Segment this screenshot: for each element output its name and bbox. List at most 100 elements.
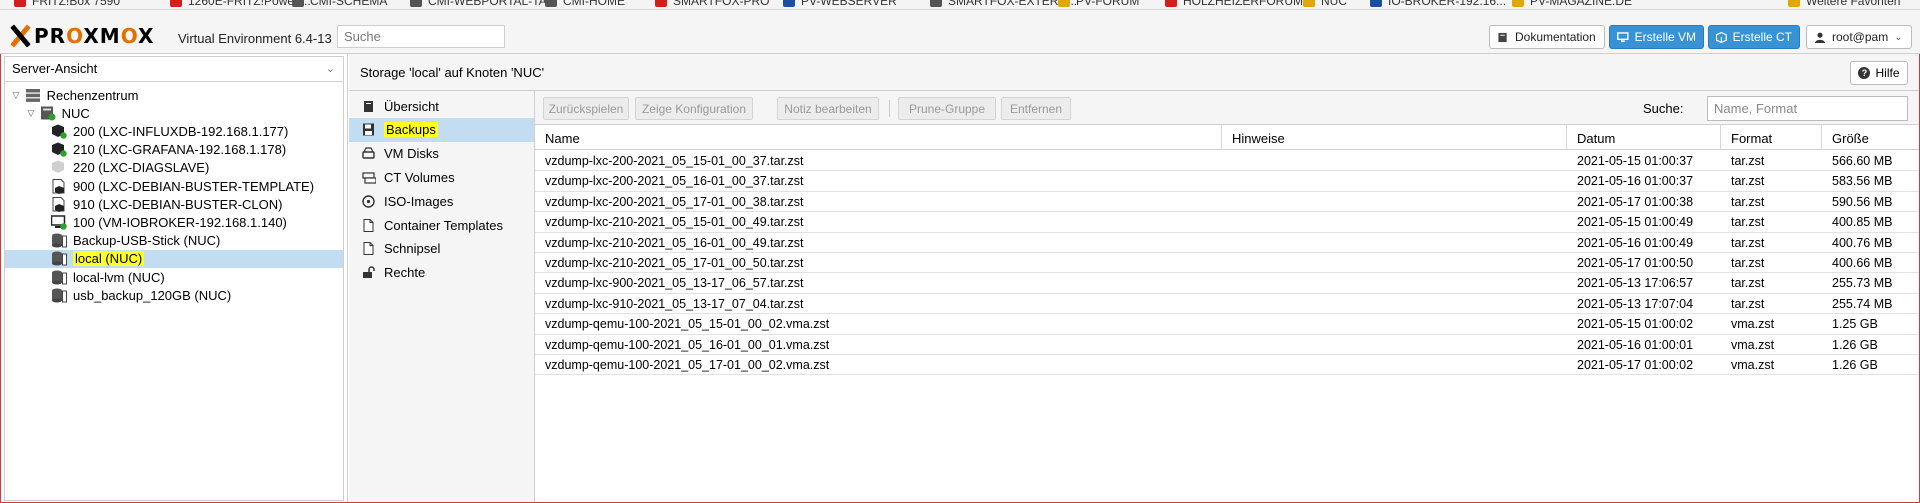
bookmark-item[interactable]: SMARTFOX-EXTERN... xyxy=(930,0,1077,8)
nav-item-schnipsel[interactable]: Schnipsel xyxy=(349,237,534,261)
show-configuration-button[interactable]: Zeige Konfiguration xyxy=(635,97,753,120)
column-header-format[interactable]: Format xyxy=(1721,125,1822,150)
bookmark-label: IO-BROKER-192.16... xyxy=(1388,0,1507,8)
resource-tree-panel: Server-Ansicht ⌄ ▽ Rechenzentrum ▽ NUC 200… xyxy=(0,54,348,503)
bookmark-label: CMI-SCHEMA xyxy=(310,0,388,8)
cell-date: 2021-05-16 01:00:49 xyxy=(1577,235,1694,250)
table-row[interactable]: vzdump-lxc-200-2021_05_17-01_00_38.tar.z… xyxy=(535,192,1920,213)
cell-size: 400.85 MB xyxy=(1832,215,1893,230)
table-row[interactable]: vzdump-qemu-100-2021_05_16-01_00_01.vma.… xyxy=(535,335,1920,355)
bookmark-item[interactable]: CMI-SCHEMA xyxy=(292,0,387,8)
monitor-icon xyxy=(1617,31,1629,42)
user-menu-button[interactable]: root@pam ⌄ xyxy=(1806,25,1912,49)
table-row[interactable]: vzdump-lxc-900-2021_05_13-17_06_57.tar.z… xyxy=(535,273,1920,294)
cell-date: 2021-05-13 17:06:57 xyxy=(1577,276,1694,291)
cell-format: tar.zst xyxy=(1731,194,1765,209)
proxmox-x-icon xyxy=(8,25,32,47)
nav-item-rechte[interactable]: Rechte xyxy=(349,261,534,285)
table-row[interactable]: vzdump-lxc-210-2021_05_15-01_00_49.tar.z… xyxy=(535,212,1920,233)
expand-toggle-icon[interactable]: ▽ xyxy=(11,90,21,101)
cell-name: vzdump-lxc-200-2021_05_17-01_00_38.tar.z… xyxy=(545,194,804,209)
column-header-size[interactable]: Größe xyxy=(1822,125,1920,150)
help-button[interactable]: ? Hilfe xyxy=(1850,61,1908,85)
cell-notes xyxy=(1222,253,1567,273)
nav-item-label: VM Disks xyxy=(384,146,439,162)
nav-item--bersicht[interactable]: Übersicht xyxy=(349,94,534,118)
bookmark-item[interactable]: 1260E-FRITZ!Powerl... xyxy=(170,0,311,8)
bookmark-item[interactable]: CMI-WEBPORTAL-TA xyxy=(410,0,547,8)
page-title: Storage 'local' auf Knoten 'NUC' xyxy=(360,65,545,80)
tree-item[interactable]: local-lvm (NUC) xyxy=(5,268,343,286)
bookmark-item[interactable]: IO-BROKER-192.16... xyxy=(1370,0,1506,8)
global-search-input[interactable]: Suche xyxy=(337,25,505,48)
bookmark-icon xyxy=(930,0,942,7)
bookmark-item[interactable]: NUC xyxy=(1303,0,1347,8)
table-row[interactable]: vzdump-lxc-210-2021_05_17-01_00_50.tar.z… xyxy=(535,253,1920,274)
column-header-notes[interactable]: Hinweise xyxy=(1222,125,1567,150)
bookmark-item[interactable]: Weitere Favoriten xyxy=(1788,0,1900,8)
table-row[interactable]: vzdump-lxc-910-2021_05_13-17_07_04.tar.z… xyxy=(535,294,1920,315)
tree-item[interactable]: 200 (LXC-INFLUXDB-192.168.1.177) xyxy=(5,122,343,140)
table-row[interactable]: vzdump-lxc-200-2021_05_15-01_00_37.tar.z… xyxy=(535,151,1920,172)
cell-format: tar.zst xyxy=(1731,154,1765,168)
nav-item-vm-disks[interactable]: VM Disks xyxy=(349,142,534,166)
cell-date: 2021-05-16 01:00:37 xyxy=(1577,174,1694,189)
remove-button[interactable]: Entfernen xyxy=(1001,97,1071,120)
nav-item-ct-volumes[interactable]: CT Volumes xyxy=(349,165,534,189)
edit-notes-button[interactable]: Notiz bearbeiten xyxy=(777,97,879,120)
column-header-date[interactable]: Datum xyxy=(1567,125,1721,150)
chevron-down-icon: ⌄ xyxy=(325,63,335,75)
tree-item[interactable]: local (NUC) xyxy=(5,249,343,268)
column-header-name[interactable]: Name xyxy=(535,125,1222,150)
cell-notes xyxy=(1222,355,1567,375)
expand-toggle-icon[interactable]: ▽ xyxy=(26,108,36,119)
nav-item-container-templates[interactable]: Container Templates xyxy=(349,213,534,237)
bookmark-item[interactable]: PV-MAGAZINE.DE xyxy=(1512,0,1632,8)
bookmark-item[interactable]: CMI-HOME xyxy=(545,0,625,8)
frame-border xyxy=(0,54,1,503)
cell-format: tar.zst xyxy=(1731,296,1765,311)
table-row[interactable]: vzdump-qemu-100-2021_05_15-01_00_02.vma.… xyxy=(535,314,1920,335)
tree-item[interactable]: 900 (LXC-DEBIAN-BUSTER-TEMPLATE) xyxy=(5,177,343,195)
bookmark-item[interactable]: HOLZHEIZERFORUM xyxy=(1165,0,1303,8)
cell-format: tar.zst xyxy=(1731,256,1765,270)
tree-item[interactable]: Backup-USB-Stick (NUC) xyxy=(5,232,343,250)
nav-item-backups[interactable]: Backups xyxy=(349,117,534,142)
bookmark-item[interactable]: PV-FORUM xyxy=(1058,0,1139,8)
tree-item[interactable]: 910 (LXC-DEBIAN-BUSTER-CLON) xyxy=(5,195,343,213)
hdd-icon xyxy=(362,147,376,160)
documentation-button[interactable]: Dokumentation xyxy=(1489,25,1605,49)
cell-date: 2021-05-15 01:00:37 xyxy=(1577,154,1694,168)
bookmark-item[interactable]: PV-WEBSERVER xyxy=(783,0,897,8)
tree-item[interactable]: ▽ Rechenzentrum xyxy=(5,86,343,104)
table-row[interactable]: vzdump-qemu-100-2021_05_17-01_00_02.vma.… xyxy=(535,355,1920,376)
tree-item[interactable]: 220 (LXC-DIAGSLAVE) xyxy=(5,159,343,177)
tree-item[interactable]: 210 (LXC-GRAFANA-192.168.1.178) xyxy=(5,141,343,159)
table-row[interactable]: vzdump-lxc-210-2021_05_16-01_00_49.tar.z… xyxy=(535,233,1920,253)
bookmark-item[interactable]: SMARTFOX-PRO xyxy=(655,0,769,8)
bookmark-icon xyxy=(1788,0,1800,7)
prune-group-button[interactable]: Prune-Gruppe xyxy=(898,97,996,120)
tree-item[interactable]: 100 (VM-IOBROKER-192.168.1.140) xyxy=(5,213,343,231)
proxmox-logo[interactable]: PROXMOX xyxy=(8,24,154,48)
backup-search-input[interactable]: Name, Format xyxy=(1707,96,1908,121)
table-row[interactable]: vzdump-lxc-200-2021_05_16-01_00_37.tar.z… xyxy=(535,171,1920,192)
bookmark-icon xyxy=(170,0,182,7)
documentation-label: Dokumentation xyxy=(1515,30,1596,44)
server-view-select[interactable]: Server-Ansicht ⌄ xyxy=(4,56,344,82)
restore-button[interactable]: Zurückspielen xyxy=(543,97,629,120)
cell-size: 1.26 GB xyxy=(1832,337,1878,352)
file-icon xyxy=(362,218,376,232)
cell-size: 400.76 MB xyxy=(1832,235,1893,250)
node-icon xyxy=(40,106,56,121)
toolbar-separator xyxy=(889,100,890,117)
tree-item[interactable]: ▽ NUC xyxy=(5,104,343,122)
create-ct-button[interactable]: Erstelle CT xyxy=(1708,25,1800,49)
tree-item[interactable]: usb_backup_120GB (NUC) xyxy=(5,286,343,304)
bookmark-item[interactable]: FRITZ!Box 7590 xyxy=(14,0,120,8)
create-vm-button[interactable]: Erstelle VM xyxy=(1609,25,1704,49)
bookmark-label: PV-WEBSERVER xyxy=(801,0,897,8)
nav-item-iso-images[interactable]: ISO-Images xyxy=(349,189,534,213)
tree-item-label: Backup-USB-Stick (NUC) xyxy=(73,233,221,249)
nav-item-label: Rechte xyxy=(384,265,426,281)
